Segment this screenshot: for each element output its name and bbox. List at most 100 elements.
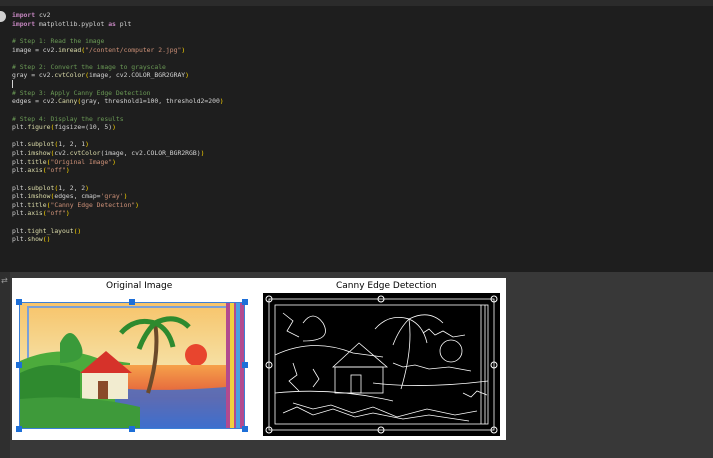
code-token: plt. [12,235,28,244]
resize-handle-tl[interactable] [16,299,22,305]
code-line[interactable]: import cv2 [12,11,224,20]
code-token: 1, 2, 2 [58,183,86,192]
code-token: # Step 3: Apply Canny Edge Detection [12,88,151,97]
code-token: image, cv2.COLOR_BGR2GRAY [88,71,186,80]
code-line[interactable]: plt.imshow(cv2.cvtColor(image, cv2.COLOR… [12,149,224,158]
code-token: import [12,11,36,19]
code-token: plt. [12,183,28,192]
code-token: axis [27,209,43,218]
resize-handle-r[interactable] [242,362,248,368]
code-token: imshow [27,192,51,201]
code-line[interactable]: plt.subplot(1, 2, 1) [12,140,224,149]
code-token: imread [58,45,82,54]
code-token: ) [135,200,140,209]
code-token: ) [85,183,89,192]
code-token: ) [219,97,224,106]
resize-handle-b[interactable] [129,426,135,432]
code-line[interactable] [12,80,224,89]
code-token: imshow [27,149,51,157]
code-token: () [42,235,51,244]
code-token: cv2. [54,149,70,157]
code-line[interactable] [12,106,224,115]
code-line[interactable]: plt.title("Original Image") [12,158,224,167]
code-token: subplot [27,140,55,149]
code-line[interactable] [12,28,224,37]
text-cursor [12,80,13,88]
code-token: plt. [12,200,28,209]
code-token: ) [65,209,70,218]
output-toggle-icon[interactable]: ⇄ [1,276,8,285]
resize-handle-bl[interactable] [16,426,22,432]
output-gutter [0,272,10,458]
code-line[interactable]: plt.axis("off") [12,166,224,175]
code-line[interactable]: plt.imshow(edges, cmap='gray') [12,192,224,201]
code-line[interactable] [12,175,224,184]
code-token: # Step 1: Read the image [12,36,105,45]
code-line[interactable] [12,132,224,141]
code-token: Canny [58,97,78,106]
code-line[interactable]: plt.tight_layout() [12,227,224,236]
run-cell-button[interactable] [0,11,6,22]
original-image[interactable] [19,302,245,429]
code-line[interactable] [12,218,224,227]
code-token: image = cv2. [12,45,59,54]
original-image-drawing [20,303,244,428]
code-line[interactable]: # Step 1: Read the image [12,37,224,46]
code-token: title [27,157,47,166]
original-image-title: Original Image [106,281,173,291]
code-line[interactable]: # Step 2: Convert the image to grayscale [12,63,224,72]
code-token: "off" [46,166,66,175]
resize-handle-tr[interactable] [242,299,248,305]
code-line[interactable]: import matplotlib.pyplot as plt [12,20,224,29]
code-token: as [108,19,116,28]
code-line[interactable]: gray = cv2.cvtColor(image, cv2.COLOR_BGR… [12,71,224,80]
code-editor[interactable]: import cv2 import matplotlib.pyplot as pl… [12,11,224,244]
code-token: figure [27,123,51,132]
code-token: ) [65,166,70,175]
code-line[interactable]: plt.axis("off") [12,209,224,218]
code-cell[interactable]: import cv2 import matplotlib.pyplot as pl… [0,6,713,272]
output-figure: Original Image Canny Edge Detection [12,278,506,440]
code-line[interactable]: edges = cv2.Canny(gray, threshold1=100, … [12,97,224,106]
code-line[interactable]: # Step 4: Display the results [12,115,224,124]
code-token: ) [123,192,128,201]
code-token: show [27,235,43,244]
code-token: axis [27,166,43,175]
resize-handle-br[interactable] [242,426,248,432]
code-line[interactable]: image = cv2.imread("/content/computer 2.… [12,46,224,55]
code-token: title [27,200,47,209]
code-line[interactable]: plt.subplot(1, 2, 2) [12,184,224,193]
code-token: ) [185,71,190,80]
code-token: cv2 [35,11,51,19]
code-token: ) [181,45,186,54]
code-line[interactable]: plt.show() [12,235,224,244]
code-token: gray = cv2. [12,71,55,80]
code-token: # Step 2: Convert the image to grayscale [12,62,166,71]
code-token: matplotlib.pyplot [35,19,109,28]
code-token: plt [115,19,132,28]
code-token: plt. [12,149,28,157]
code-line[interactable]: plt.figure(figsize=(10, 5)) [12,123,224,132]
code-token: gray, threshold1=100, threshold2=200 [81,97,220,106]
code-token: plt. [12,123,28,132]
code-token: figsize=(10, 5) [54,123,113,132]
resize-handle-l[interactable] [16,362,22,368]
code-token: edges, cmap= [54,192,101,201]
canny-edge-image [263,293,500,436]
code-token: plt. [12,157,28,166]
code-line[interactable]: plt.title("Canny Edge Detection") [12,201,224,210]
code-line[interactable] [12,54,224,63]
code-token: plt. [12,192,28,201]
code-token: ) [85,140,89,149]
resize-handle-t[interactable] [129,299,135,305]
code-token: cvtColor [69,149,101,157]
code-token: cvtColor [54,71,86,80]
code-token: 1, 2, 1 [58,140,86,149]
code-line[interactable]: # Step 3: Apply Canny Edge Detection [12,89,224,98]
code-token: "/content/computer 2.jpg" [85,45,182,54]
cell-gutter [0,6,9,272]
code-token: ) [112,157,116,166]
code-token: tight_layout [27,226,74,235]
code-token: ) [200,149,205,157]
code-token: "Original Image" [50,157,113,166]
